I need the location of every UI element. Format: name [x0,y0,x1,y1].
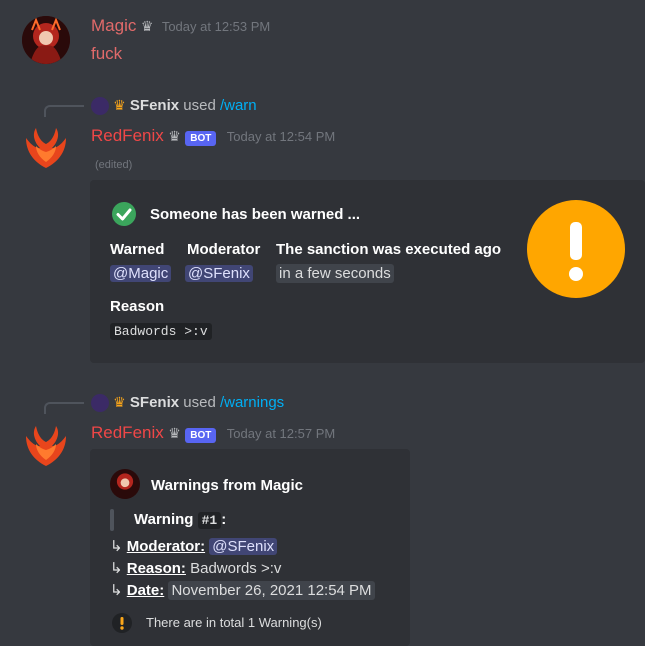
field-warned-name: Warned [110,241,165,258]
field-moderator-value: @SFenix [185,265,253,282]
message-header: RedFenix ♛ BOT Today at 12:54 PM [91,126,335,146]
message-header: RedFenix ♛ BOT Today at 12:57 PM [91,423,335,443]
message-content: fuck [91,44,123,63]
field-moderator-name: Moderator [187,241,261,258]
edited-label: (edited) [95,159,133,171]
sfenix-mini-avatar[interactable] [91,97,109,116]
magic-avatar[interactable] [22,16,70,64]
bot-tag: BOT [185,428,217,443]
username-magic[interactable]: Magic [91,16,136,35]
reason-code: Badwords >:v [110,323,212,340]
date-label: Date: [126,582,165,599]
arrow-icon: ↳ [110,538,123,555]
warning-icon [112,613,132,633]
crown-icon: ♛ [113,97,126,113]
bot-tag: BOT [185,131,217,146]
mention-magic[interactable]: @Magic [110,265,172,282]
crown-icon: ♛ [113,394,126,410]
command-name[interactable]: /warnings [220,394,284,411]
reason-label: Reason [110,298,165,315]
command-user[interactable]: SFenix [130,394,179,411]
warning-label: Warning [134,511,194,528]
timestamp: Today at 12:57 PM [226,426,336,441]
date-value: November 26, 2021 12:54 PM [168,581,375,600]
blockquote-bar [110,509,114,531]
command-used-row: ♛ SFenix used /warnings [91,394,284,413]
reply-connector [44,105,84,117]
reply-connector [44,402,84,414]
reason-value: Badwords >:v [110,322,212,340]
warning-colon: : [221,511,227,528]
username-redfenix[interactable]: RedFenix [91,423,164,442]
command-name[interactable]: /warn [220,97,257,114]
crown-icon: ♛ [140,18,154,34]
moderator-line: ↳ Moderator: @SFenix [110,537,278,555]
timestamp: Today at 12:54 PM [226,129,336,144]
date-line: ↳ Date: November 26, 2021 12:54 PM [110,581,375,600]
warning-heading: Warning #1: [134,511,227,529]
redfenix-avatar[interactable] [20,420,72,472]
warnings-embed: Warnings from Magic Warning #1: ↳ Modera… [90,449,410,646]
command-used-row: ♛ SFenix used /warn [91,97,257,116]
warn-embed: Someone has been warned ... Warned @Magi… [90,180,645,363]
reason-label: Reason: [126,560,186,577]
command-user[interactable]: SFenix [130,97,179,114]
embed-footer: There are in total 1 Warning(s) [146,615,322,630]
mention-sfenix[interactable]: @SFenix [185,265,253,282]
author-avatar [110,469,140,499]
reason-value: Badwords >:v [190,560,282,577]
sfenix-mini-avatar[interactable] [91,394,109,413]
field-executed-value: in a few seconds [276,264,394,283]
mention-sfenix[interactable]: @SFenix [209,538,278,555]
arrow-icon: ↳ [110,582,123,599]
used-text: used [183,394,216,411]
timestamp: Today at 12:53 PM [161,19,271,34]
field-executed-name: The sanction was executed ago [276,241,502,258]
exclamation-icon [527,200,625,298]
message-header: Magic ♛ Today at 12:53 PM [91,16,270,36]
redfenix-avatar[interactable] [20,122,72,174]
crown-icon: ♛ [168,425,181,441]
embed-author: Warnings from Magic [151,477,303,494]
field-warned-value: @Magic [110,265,172,282]
crown-icon: ♛ [168,128,181,144]
moderator-label: Moderator: [126,538,206,555]
check-icon [112,202,136,226]
used-text: used [183,97,216,114]
warning-number: #1 [197,512,222,529]
username-redfenix[interactable]: RedFenix [91,126,164,145]
arrow-icon: ↳ [110,560,123,577]
embed-title: Someone has been warned ... [150,206,361,223]
relative-time: in a few seconds [276,264,394,283]
reason-line: ↳ Reason: Badwords >:v [110,559,281,577]
